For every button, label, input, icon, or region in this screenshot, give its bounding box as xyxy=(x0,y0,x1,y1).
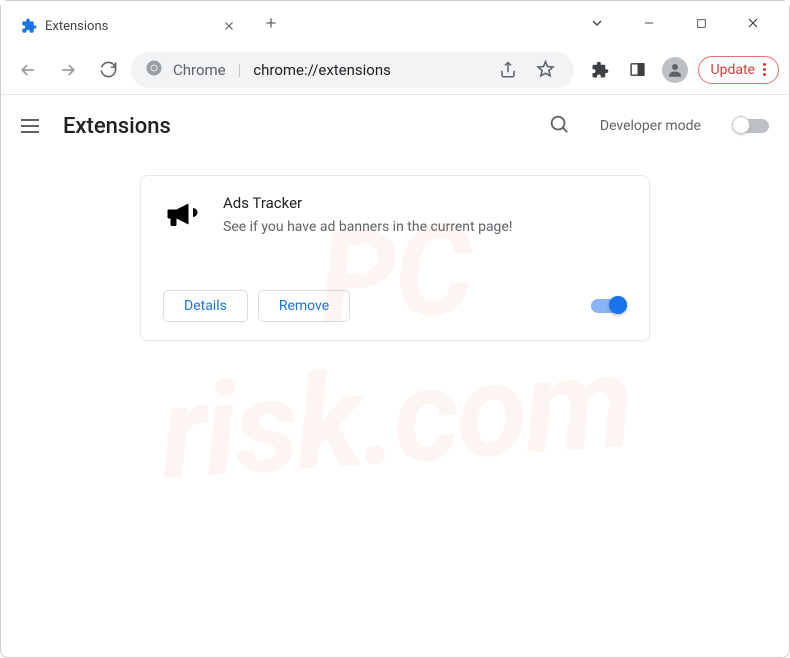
page-header: Extensions Developer mode xyxy=(1,95,789,157)
extensions-content: Ads Tracker See if you have ad banners i… xyxy=(1,157,789,359)
close-window-button[interactable] xyxy=(733,3,773,43)
back-button[interactable] xyxy=(11,53,45,87)
developer-mode-label: Developer mode xyxy=(600,118,701,134)
update-label: Update xyxy=(711,62,755,78)
developer-mode-toggle[interactable] xyxy=(733,119,769,133)
extension-card: Ads Tracker See if you have ad banners i… xyxy=(140,175,650,341)
puzzle-icon xyxy=(21,18,37,34)
chevron-down-icon[interactable] xyxy=(577,3,617,43)
details-button[interactable]: Details xyxy=(163,290,248,322)
extension-description: See if you have ad banners in the curren… xyxy=(223,218,512,238)
window-titlebar: Extensions xyxy=(1,1,789,45)
forward-button[interactable] xyxy=(51,53,85,87)
profile-avatar[interactable] xyxy=(662,57,688,83)
close-tab-icon[interactable] xyxy=(221,18,237,34)
address-bar[interactable]: Chrome | chrome://extensions xyxy=(131,52,574,88)
chrome-logo-icon xyxy=(145,59,163,81)
kebab-icon xyxy=(763,63,766,76)
maximize-button[interactable] xyxy=(681,3,721,43)
extension-name: Ads Tracker xyxy=(223,194,512,212)
page-title: Extensions xyxy=(63,114,530,139)
star-icon[interactable] xyxy=(532,56,560,84)
tab-title: Extensions xyxy=(45,19,213,34)
browser-toolbar: Chrome | chrome://extensions xyxy=(1,45,789,95)
extensions-icon[interactable] xyxy=(586,56,614,84)
new-tab-button[interactable] xyxy=(257,9,285,37)
url-scheme: Chrome xyxy=(173,61,226,79)
url-separator: | xyxy=(238,61,242,79)
sidepanel-icon[interactable] xyxy=(624,56,652,84)
share-icon[interactable] xyxy=(494,56,522,84)
remove-button[interactable]: Remove xyxy=(258,290,350,322)
update-button[interactable]: Update xyxy=(698,56,779,84)
extension-enable-toggle[interactable] xyxy=(591,299,627,313)
url-path: chrome://extensions xyxy=(253,61,391,79)
megaphone-icon xyxy=(163,196,199,232)
search-icon[interactable] xyxy=(548,113,570,139)
reload-button[interactable] xyxy=(91,53,125,87)
menu-icon[interactable] xyxy=(21,119,45,133)
browser-tab[interactable]: Extensions xyxy=(9,12,249,40)
minimize-button[interactable] xyxy=(629,3,669,43)
